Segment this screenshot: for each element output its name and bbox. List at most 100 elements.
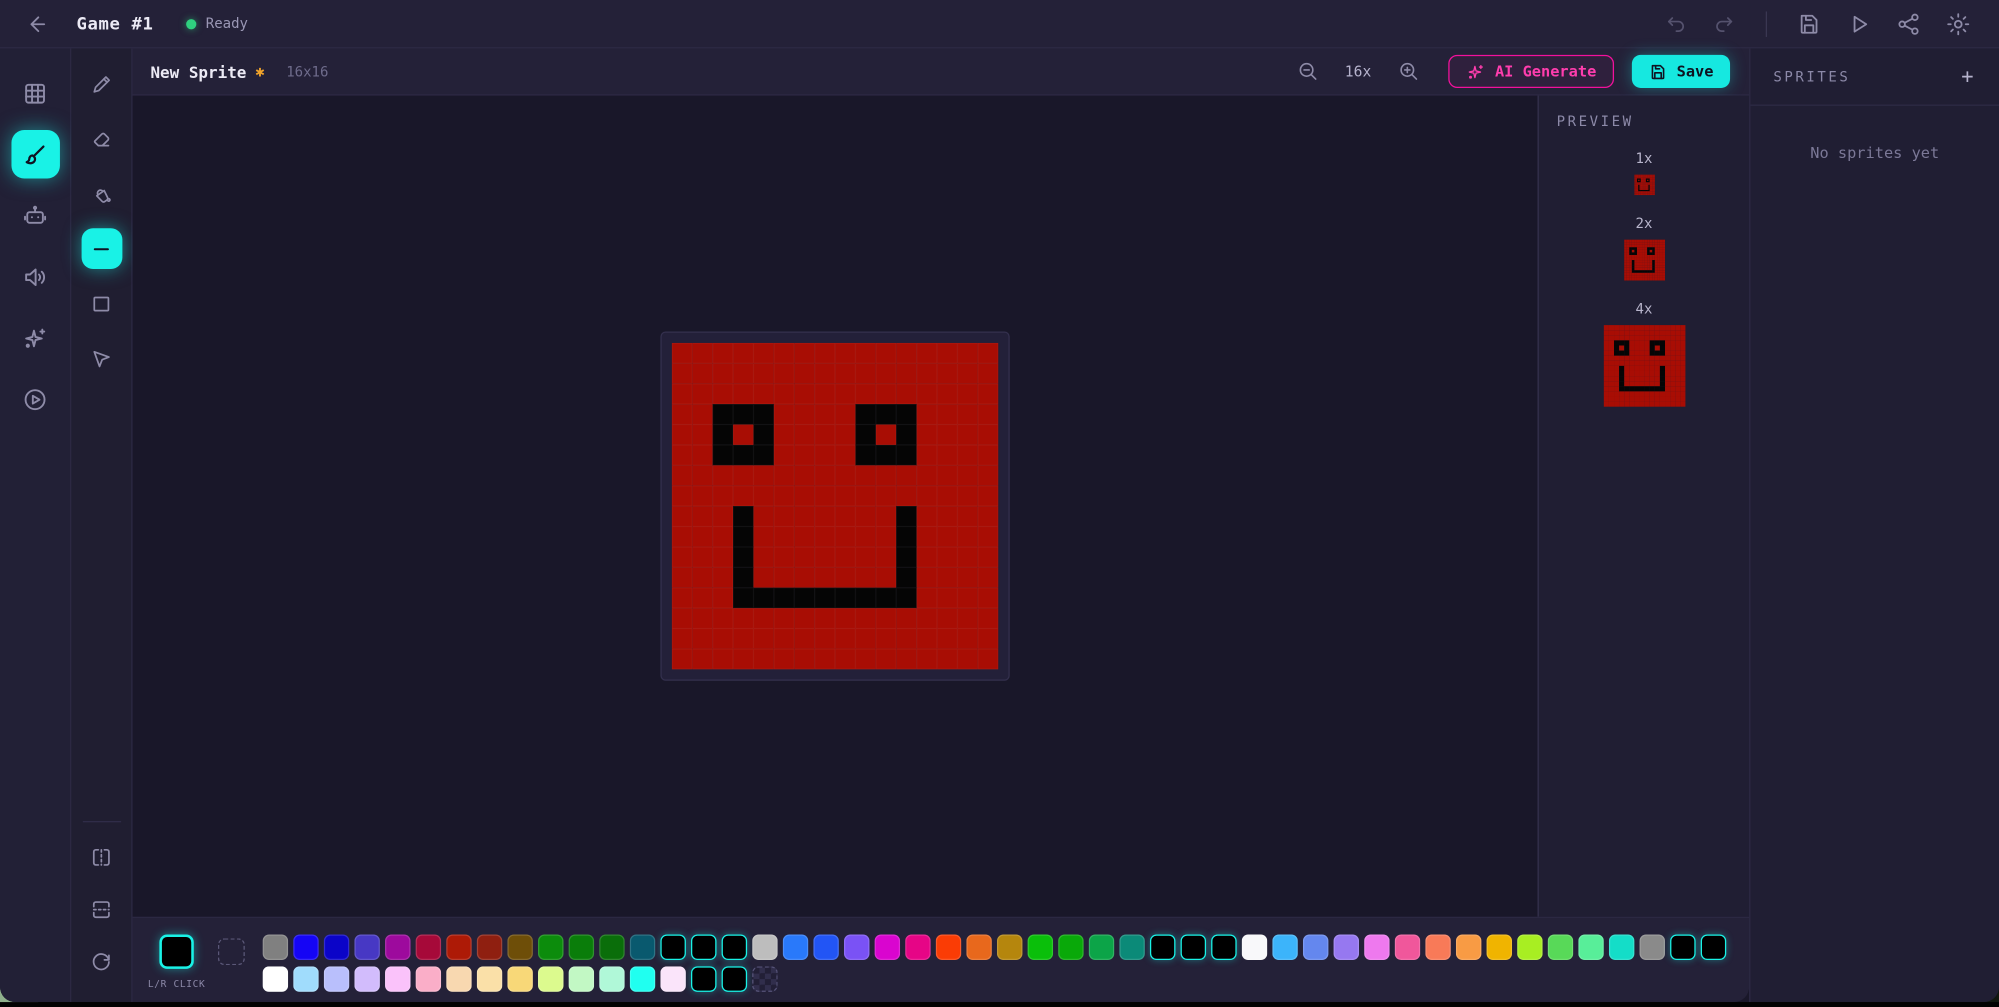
- palette-swatch[interactable]: [385, 935, 410, 960]
- canvas-pixel[interactable]: [672, 425, 692, 445]
- canvas-pixel[interactable]: [937, 425, 957, 445]
- canvas-pixel[interactable]: [794, 486, 814, 506]
- palette-swatch[interactable]: [599, 935, 624, 960]
- palette-swatch[interactable]: [1120, 935, 1145, 960]
- redo-button[interactable]: [1710, 9, 1739, 38]
- canvas-pixel[interactable]: [794, 384, 814, 404]
- canvas-pixel[interactable]: [937, 588, 957, 608]
- canvas-pixel[interactable]: [672, 629, 692, 649]
- canvas-pixel[interactable]: [855, 486, 875, 506]
- zoom-out-button[interactable]: [1294, 57, 1322, 85]
- canvas-pixel[interactable]: [835, 384, 855, 404]
- canvas-pixel[interactable]: [876, 343, 896, 363]
- canvas-pixel[interactable]: [957, 608, 977, 628]
- canvas-pixel[interactable]: [957, 486, 977, 506]
- save-sprite-button[interactable]: Save: [1632, 55, 1730, 88]
- canvas-pixel[interactable]: [835, 588, 855, 608]
- canvas-pixel[interactable]: [733, 527, 753, 547]
- canvas-pixel[interactable]: [876, 649, 896, 669]
- canvas-pixel[interactable]: [896, 343, 916, 363]
- palette-swatch[interactable]: [1640, 935, 1665, 960]
- canvas-pixel[interactable]: [815, 629, 835, 649]
- canvas-pixel[interactable]: [713, 384, 733, 404]
- palette-swatch[interactable]: [355, 966, 380, 991]
- palette-swatch[interactable]: [538, 966, 563, 991]
- canvas-pixel[interactable]: [692, 465, 712, 485]
- canvas-pixel[interactable]: [855, 567, 875, 587]
- canvas-pixel[interactable]: [794, 567, 814, 587]
- palette-swatch[interactable]: [385, 966, 410, 991]
- canvas-pixel[interactable]: [876, 363, 896, 383]
- canvas-pixel[interactable]: [835, 649, 855, 669]
- canvas-pixel[interactable]: [876, 465, 896, 485]
- palette-swatch[interactable]: [1303, 935, 1328, 960]
- canvas-pixel[interactable]: [937, 486, 957, 506]
- canvas-pixel[interactable]: [957, 465, 977, 485]
- canvas-pixel[interactable]: [672, 465, 692, 485]
- canvas-pixel[interactable]: [876, 527, 896, 547]
- canvas-pixel[interactable]: [794, 629, 814, 649]
- canvas-pixel[interactable]: [753, 445, 773, 465]
- canvas-pixel[interactable]: [876, 588, 896, 608]
- palette-swatch[interactable]: [752, 935, 777, 960]
- canvas-pixel[interactable]: [896, 465, 916, 485]
- canvas-pixel[interactable]: [774, 608, 794, 628]
- canvas-pixel[interactable]: [815, 506, 835, 526]
- canvas-pixel[interactable]: [835, 547, 855, 567]
- palette-swatch[interactable]: [1548, 935, 1573, 960]
- canvas-pixel[interactable]: [896, 363, 916, 383]
- canvas-pixel[interactable]: [815, 527, 835, 547]
- canvas-pixel[interactable]: [937, 404, 957, 424]
- palette-swatch[interactable]: [1150, 935, 1175, 960]
- canvas-pixel[interactable]: [978, 404, 998, 424]
- canvas-pixel[interactable]: [774, 465, 794, 485]
- palette-swatch[interactable]: [1701, 935, 1726, 960]
- palette-swatch[interactable]: [1273, 935, 1298, 960]
- canvas-pixel[interactable]: [733, 608, 753, 628]
- canvas-pixel[interactable]: [672, 527, 692, 547]
- canvas-pixel[interactable]: [937, 649, 957, 669]
- palette-swatch[interactable]: [875, 935, 900, 960]
- canvas-pixel[interactable]: [917, 506, 937, 526]
- canvas-pixel[interactable]: [815, 425, 835, 445]
- canvas-pixel[interactable]: [713, 567, 733, 587]
- canvas-pixel[interactable]: [753, 384, 773, 404]
- canvas-pixel[interactable]: [896, 486, 916, 506]
- canvas-pixel[interactable]: [978, 506, 998, 526]
- canvas-pixel[interactable]: [835, 486, 855, 506]
- palette-swatch[interactable]: [1028, 935, 1053, 960]
- canvas-pixel[interactable]: [774, 363, 794, 383]
- palette-swatch[interactable]: [630, 935, 655, 960]
- canvas-pixel[interactable]: [896, 425, 916, 445]
- canvas-pixel[interactable]: [794, 425, 814, 445]
- canvas-pixel[interactable]: [937, 608, 957, 628]
- canvas-pixel[interactable]: [978, 547, 998, 567]
- canvas-pixel[interactable]: [774, 588, 794, 608]
- current-color-swatch[interactable]: [159, 935, 193, 969]
- tool-line[interactable]: [81, 228, 122, 269]
- settings-button[interactable]: [1943, 8, 1974, 39]
- canvas-pixel[interactable]: [957, 567, 977, 587]
- canvas-pixel[interactable]: [672, 384, 692, 404]
- canvas-pixel[interactable]: [753, 363, 773, 383]
- canvas-pixel[interactable]: [957, 445, 977, 465]
- canvas-pixel[interactable]: [713, 465, 733, 485]
- tool-flip-horizontal[interactable]: [81, 836, 122, 877]
- canvas-pixel[interactable]: [733, 649, 753, 669]
- palette-swatch[interactable]: [538, 935, 563, 960]
- canvas-pixel[interactable]: [917, 629, 937, 649]
- canvas-pixel[interactable]: [692, 384, 712, 404]
- canvas-pixel[interactable]: [672, 404, 692, 424]
- canvas-pixel[interactable]: [835, 527, 855, 547]
- canvas-pixel[interactable]: [672, 506, 692, 526]
- canvas-pixel[interactable]: [896, 404, 916, 424]
- canvas-pixel[interactable]: [733, 547, 753, 567]
- palette-swatch[interactable]: [722, 966, 747, 991]
- canvas-pixel[interactable]: [855, 465, 875, 485]
- canvas-pixel[interactable]: [937, 465, 957, 485]
- canvas-pixel[interactable]: [733, 629, 753, 649]
- canvas-pixel[interactable]: [794, 404, 814, 424]
- canvas-pixel[interactable]: [815, 649, 835, 669]
- canvas-pixel[interactable]: [917, 425, 937, 445]
- canvas-pixel[interactable]: [855, 425, 875, 445]
